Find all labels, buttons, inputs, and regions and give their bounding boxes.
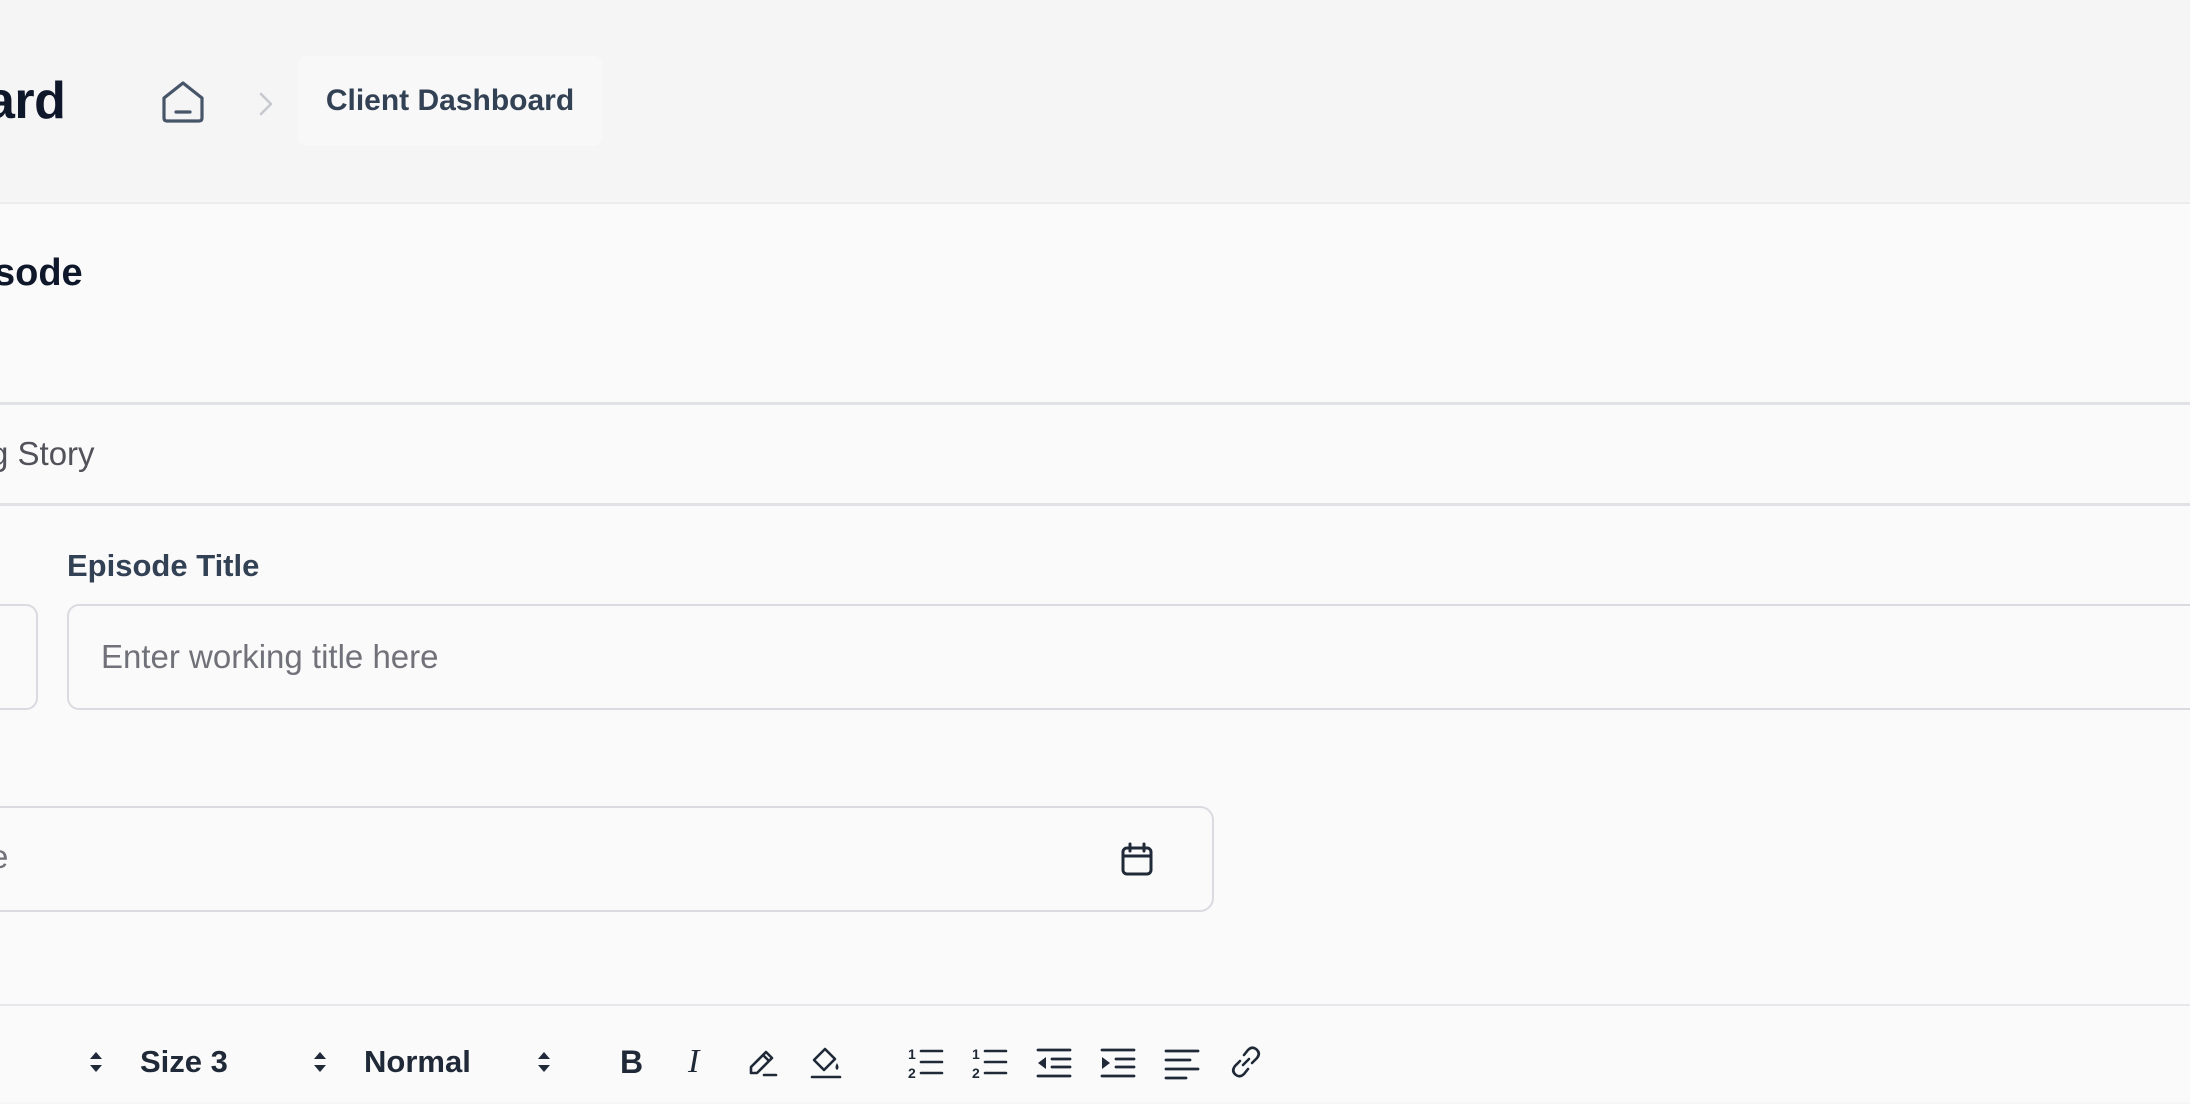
font-size-select[interactable]: Size 3 [140, 1040, 228, 1084]
chevron-updown-icon[interactable] [534, 1042, 554, 1082]
date-field[interactable]: e [0, 806, 1214, 912]
highlight-icon[interactable] [806, 1042, 846, 1082]
editor-toolbar: Size 3 Normal B I 1 2 1 2 [0, 1004, 2190, 1104]
format-select[interactable]: Normal [364, 1040, 471, 1084]
episode-title-label: Episode Title [67, 548, 260, 583]
format-label: Normal [364, 1044, 471, 1079]
svg-text:2: 2 [908, 1065, 916, 1081]
svg-text:2: 2 [972, 1065, 980, 1081]
italic-icon[interactable]: I [688, 1040, 699, 1084]
show-field-value: g Story [0, 435, 95, 472]
text-color-icon[interactable] [742, 1042, 782, 1082]
numbered-list-icon[interactable]: 1 2 [970, 1042, 1010, 1082]
left-input-field[interactable] [0, 604, 38, 710]
indent-icon[interactable] [1098, 1042, 1138, 1082]
breadcrumb-current-label: Client Dashboard [325, 84, 575, 117]
bold-icon[interactable]: B [620, 1040, 643, 1084]
form-heading: sode [0, 252, 83, 294]
italic-glyph: I [688, 1043, 700, 1080]
calendar-icon[interactable] [1118, 841, 1156, 879]
ordered-list-icon[interactable]: 1 2 [906, 1042, 946, 1082]
chevron-updown-icon[interactable] [310, 1042, 330, 1082]
date-field-value: e [0, 838, 8, 876]
home-icon[interactable] [158, 78, 208, 124]
episode-title-input[interactable] [67, 604, 2190, 710]
align-icon[interactable] [1162, 1042, 1202, 1082]
chevron-updown-icon[interactable] [86, 1042, 106, 1082]
episode-form-card: sode g Story Episode Title e Size 3 Norm… [0, 202, 2190, 1102]
page-title: ard [0, 72, 66, 130]
chevron-right-icon [259, 92, 273, 116]
font-size-label: Size 3 [140, 1044, 228, 1079]
bold-glyph: B [620, 1043, 644, 1080]
svg-text:1: 1 [972, 1046, 980, 1062]
svg-text:1: 1 [908, 1046, 916, 1062]
link-icon[interactable] [1226, 1042, 1266, 1082]
show-field[interactable]: g Story [0, 402, 2190, 506]
breadcrumb-current[interactable]: Client Dashboard [298, 56, 602, 146]
outdent-icon[interactable] [1034, 1042, 1074, 1082]
top-bar: ard Client Dashboard [0, 0, 2190, 200]
